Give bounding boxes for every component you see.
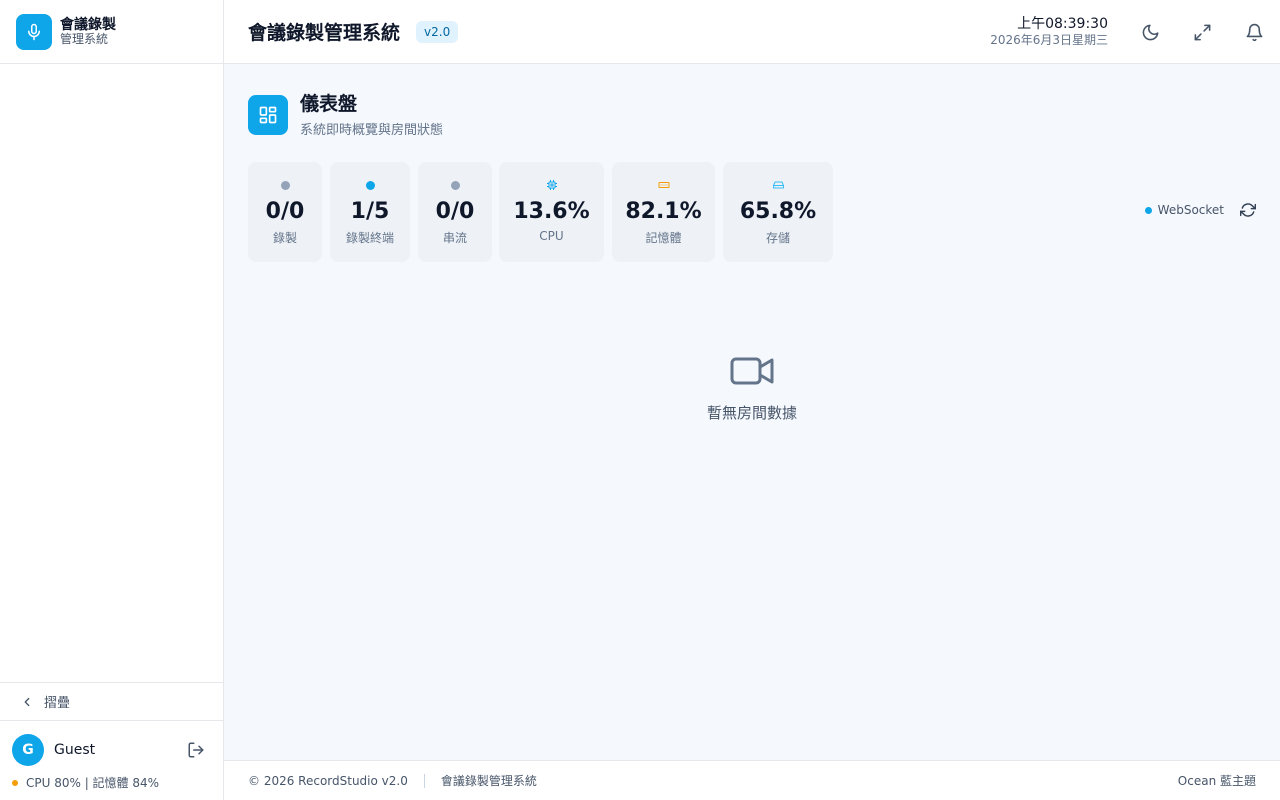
stat-label: 錄製 <box>272 231 297 245</box>
clock-time: 上午08:39:30 <box>1017 16 1108 33</box>
footer-system-name: 會議錄製管理系統 <box>440 774 537 788</box>
stat-recording: 0/0 錄製 <box>248 162 322 262</box>
system-status-dot <box>12 779 18 786</box>
stat-label: 串流 <box>442 231 467 245</box>
stat-value: 82.1% <box>625 199 702 224</box>
version-badge: v2.0 <box>416 20 459 43</box>
dashboard-icon <box>248 95 288 136</box>
user-name: Guest <box>54 742 96 758</box>
theme-toggle-button[interactable] <box>1124 0 1176 64</box>
storage-icon <box>772 181 784 189</box>
stat-streaming: 0/0 串流 <box>418 162 492 262</box>
footer-divider <box>423 773 425 788</box>
page-subtitle: 系統即時概覽與房間狀態 <box>300 122 444 138</box>
fullscreen-button[interactable] <box>1176 0 1228 64</box>
empty-state-text: 暫無房間數據 <box>706 404 797 422</box>
expand-icon <box>1194 24 1210 40</box>
clock: 上午08:39:30 2026年6月3日星期三 <box>990 16 1108 47</box>
clock-date: 2026年6月3日星期三 <box>990 33 1108 48</box>
top-header: 會議錄製管理系統 v2.0 上午08:39:30 2026年6月3日星期三 <box>224 0 1280 64</box>
brand-title: 會議錄製 <box>60 16 116 33</box>
page-header: 儀表盤 系統即時概覽與房間狀態 <box>248 93 443 138</box>
bell-icon <box>1246 23 1262 41</box>
logout-icon[interactable] <box>187 741 205 759</box>
copyright: © 2026 RecordStudio v2.0 <box>248 773 408 788</box>
stat-recording-terminals: 1/5 錄製終端 <box>330 162 410 262</box>
system-status: CPU 80% | 記憶體 84% <box>26 776 160 790</box>
empty-state: 暫無房間數據 <box>224 354 1280 423</box>
stat-storage: 65.8% 存儲 <box>723 162 833 262</box>
connection-dot <box>1144 206 1152 214</box>
status-dot <box>365 180 375 190</box>
footer: © 2026 RecordStudio v2.0 會議錄製管理系統 Ocean … <box>224 760 1280 800</box>
status-dot <box>450 180 460 190</box>
brand[interactable]: 會議錄製 管理系統 <box>0 0 223 64</box>
page-title: 儀表盤 <box>300 93 358 115</box>
microphone-icon <box>16 13 52 50</box>
chevron-left-icon <box>24 697 30 706</box>
collapse-button[interactable]: 摺疊 <box>0 682 223 720</box>
stat-value: 1/5 <box>350 199 390 224</box>
connection-status: WebSocket <box>1144 202 1256 218</box>
stat-value: 0/0 <box>435 199 475 224</box>
cpu-icon <box>546 180 557 190</box>
stat-label: 存儲 <box>765 231 790 245</box>
brand-subtitle: 管理系統 <box>60 31 109 46</box>
stat-cpu: 13.6% CPU <box>499 162 604 262</box>
stat-value: 65.8% <box>739 199 817 224</box>
memory-icon <box>658 182 669 188</box>
video-camera-icon <box>730 357 774 385</box>
avatar[interactable]: G <box>12 734 44 766</box>
app-title: 會議錄製管理系統 <box>248 22 401 44</box>
refresh-icon[interactable] <box>1240 202 1256 218</box>
moon-icon <box>1142 24 1158 40</box>
main-content: 儀表盤 系統即時概覽與房間狀態 0/0 錄製 1/5 錄製終端 0/0 串流 1… <box>224 64 1280 760</box>
sidebar: 會議錄製 管理系統 摺疊 G Guest CPU 80% | 記憶體 84% <box>0 0 224 800</box>
notifications-button[interactable] <box>1228 0 1280 64</box>
status-dot <box>280 180 290 190</box>
connection-label: WebSocket <box>1157 203 1224 217</box>
user-panel: G Guest CPU 80% | 記憶體 84% <box>0 720 223 800</box>
stat-label: CPU <box>539 229 564 243</box>
collapse-label: 摺疊 <box>44 696 71 711</box>
theme-name: Ocean 藍主題 <box>1177 774 1256 788</box>
stat-value: 13.6% <box>513 199 590 224</box>
stat-value: 0/0 <box>265 199 305 224</box>
stat-label: 記憶體 <box>645 231 682 245</box>
stat-label: 錄製終端 <box>345 231 394 245</box>
stat-memory: 82.1% 記憶體 <box>612 162 715 262</box>
